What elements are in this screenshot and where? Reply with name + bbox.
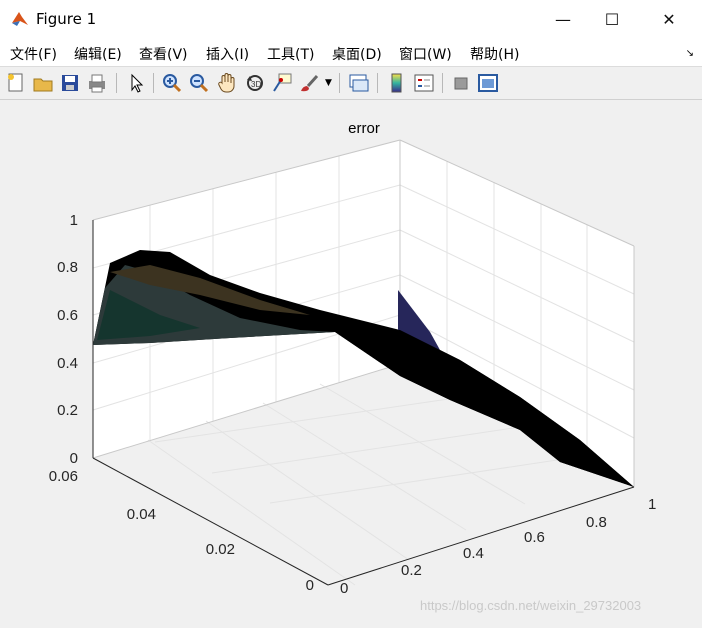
matlab-logo-icon (10, 9, 30, 29)
select-arrow-icon[interactable] (125, 72, 147, 94)
y-tick: 0.04 (127, 506, 156, 523)
z-tick: 0.4 (57, 355, 78, 372)
zoom-out-icon[interactable] (188, 72, 210, 94)
y-tick: 0.02 (206, 541, 235, 558)
plot-title: error (348, 120, 380, 137)
legend-icon[interactable] (413, 72, 435, 94)
x-tick: 0.8 (586, 514, 607, 531)
menu-insert[interactable]: 插入(I) (206, 44, 249, 64)
minimize-button[interactable]: — (540, 0, 586, 38)
svg-text:3D: 3D (251, 80, 261, 89)
back-wall-right (400, 140, 634, 487)
axes-3d-surface-plot[interactable]: error 0 0.2 0.4 0.6 0.8 1 0 0.02 0.04 0.… (0, 100, 702, 628)
toolbar: 3D ▼ (0, 67, 702, 100)
menu-file[interactable]: 文件(F) (10, 44, 57, 64)
z-tick: 0 (70, 450, 78, 467)
x-tick: 0 (340, 580, 348, 597)
toolbar-separator (153, 73, 154, 93)
menu-bar: 文件(F) 编辑(E) 查看(V) 插入(I) 工具(T) 桌面(D) 窗口(W… (0, 38, 702, 67)
menu-tools[interactable]: 工具(T) (267, 44, 314, 64)
menu-help[interactable]: 帮助(H) (470, 44, 519, 64)
rotate-3d-icon[interactable]: 3D (244, 72, 266, 94)
link-plot-icon[interactable] (348, 72, 370, 94)
toolbar-separator (377, 73, 378, 93)
colorbar-icon[interactable] (386, 72, 408, 94)
z-tick: 0.6 (57, 307, 78, 324)
toolbar-separator (442, 73, 443, 93)
x-tick: 0.6 (524, 529, 545, 546)
close-button[interactable]: ✕ (646, 0, 692, 38)
menu-window[interactable]: 窗口(W) (399, 44, 452, 64)
title-bar: Figure 1 — ☐ ✕ (0, 0, 702, 38)
window-title: Figure 1 (36, 10, 97, 28)
z-tick: 0.2 (57, 402, 78, 419)
data-cursor-icon[interactable] (271, 72, 293, 94)
y-axis-ticks: 0 0.02 0.04 0.06 (49, 468, 314, 594)
z-tick: 1 (70, 212, 78, 229)
z-tick: 0.8 (57, 259, 78, 276)
figure-canvas[interactable]: error 0 0.2 0.4 0.6 0.8 1 0 0.02 0.04 0.… (0, 100, 702, 628)
x-tick: 0.4 (463, 545, 484, 562)
x-tick: 1 (648, 496, 656, 513)
maximize-button[interactable]: ☐ (589, 0, 635, 38)
x-axis-ticks: 0 0.2 0.4 0.6 0.8 1 (340, 496, 656, 597)
z-axis-ticks: 0 0.2 0.4 0.6 0.8 1 (57, 212, 78, 467)
open-file-icon[interactable] (32, 72, 54, 94)
hide-plot-tools-icon[interactable] (450, 72, 472, 94)
y-tick: 0 (306, 577, 314, 594)
dock-arrow-icon[interactable]: ↘ (686, 48, 694, 59)
menu-view[interactable]: 查看(V) (139, 44, 188, 64)
new-figure-icon[interactable] (5, 72, 27, 94)
watermark-text: https://blog.csdn.net/weixin_29732003 (420, 598, 642, 613)
save-icon[interactable] (59, 72, 81, 94)
zoom-in-icon[interactable] (161, 72, 183, 94)
brush-dropdown-icon[interactable]: ▼ (325, 78, 347, 100)
toolbar-separator (116, 73, 117, 93)
print-icon[interactable] (86, 72, 108, 94)
show-plot-tools-icon[interactable] (477, 72, 499, 94)
menu-edit[interactable]: 编辑(E) (74, 44, 122, 64)
menu-desktop[interactable]: 桌面(D) (332, 44, 382, 64)
toolbar-separator (339, 73, 340, 93)
y-tick: 0.06 (49, 468, 78, 485)
x-tick: 0.2 (401, 562, 422, 579)
brush-icon[interactable] (298, 72, 320, 94)
pan-hand-icon[interactable] (216, 72, 238, 94)
